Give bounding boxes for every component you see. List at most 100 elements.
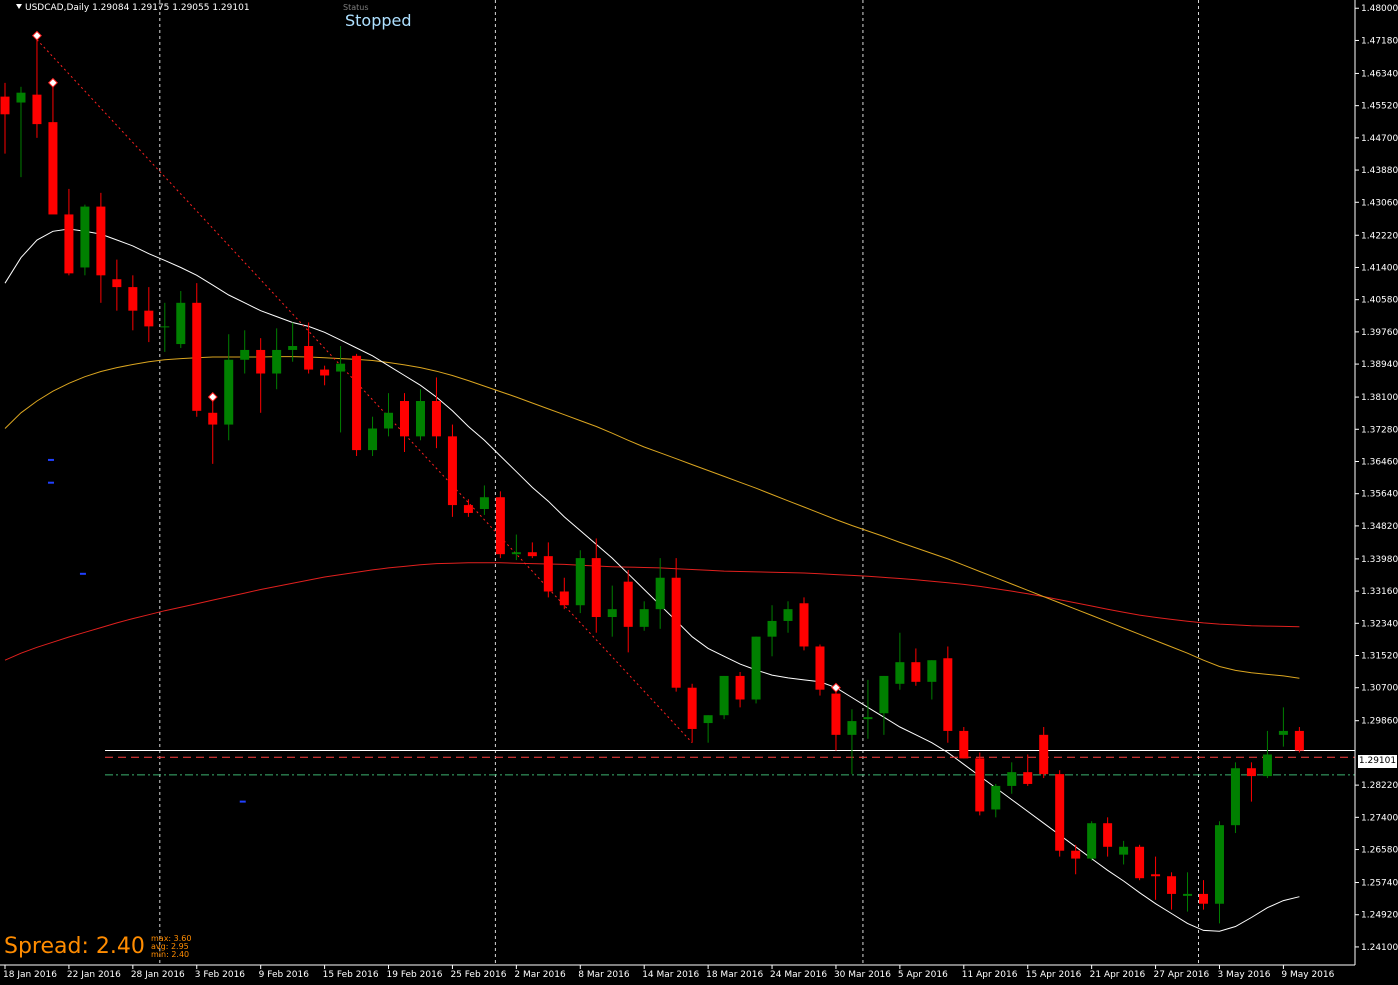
x-tick-label: 22 Jan 2016 [67,970,121,980]
ma-slow-line [4,562,1300,661]
candle-body [799,603,809,647]
candle-body [751,636,761,700]
x-tick-label: 30 Mar 2016 [834,970,891,980]
y-tick-label: 1.30700 [1361,684,1398,694]
horizontal-levels [105,750,1355,776]
candle-body [1135,846,1145,879]
candle-body [671,577,681,688]
candle-body [16,92,26,103]
x-tick-label: 5 Apr 2016 [898,970,948,980]
x-tick-label: 8 Mar 2016 [578,970,630,980]
candle-body [767,620,777,637]
y-tick-label: 1.36460 [1361,457,1398,467]
fractal-up-marker [32,30,42,41]
candle-body [1071,850,1081,859]
candle-body [1294,730,1304,751]
candle-body [719,675,729,716]
candle-body [463,505,473,513]
y-tick-label: 1.38100 [1361,393,1398,403]
candle-body [415,401,425,437]
spread-min: min: 2.40 [151,950,190,959]
x-tick-label: 3 Feb 2016 [195,970,246,980]
x-tick-label: 3 May 2016 [1217,970,1270,980]
candle-body [1183,893,1193,896]
candle-body [240,349,250,360]
candle-body [1199,893,1208,904]
candle-body [783,609,793,621]
candle-body [288,346,298,350]
candle-body [991,785,1001,810]
y-tick-label: 1.42220 [1361,231,1398,241]
candle-body [336,363,346,372]
candle-body [1167,876,1177,894]
x-tick-label: 19 Feb 2016 [387,970,443,980]
candle-body [527,552,537,557]
candle-body [192,302,202,411]
x-tick-label: 14 Mar 2016 [642,970,699,980]
trend-line-dotted [36,39,693,744]
candle-body [1262,754,1272,777]
candle-body [64,214,74,274]
candle-body [96,206,106,276]
y-tick-label: 1.46340 [1361,69,1398,79]
dropdown-triangle-icon[interactable] [16,4,22,9]
candle-body [543,556,553,592]
candle-body [559,591,569,606]
y-tick-label: 1.33160 [1361,587,1398,597]
candle-body [623,581,633,627]
candle-body [256,349,266,374]
candle-body [703,715,713,724]
y-tick-label: 1.25740 [1361,879,1398,889]
x-tick-label: 25 Feb 2016 [450,970,506,980]
candle-body [160,326,170,328]
y-tick-label: 1.33980 [1361,555,1398,565]
x-tick-label: 9 Feb 2016 [259,970,310,980]
candle-body [304,346,314,370]
x-tick-label: 27 Apr 2016 [1154,970,1210,980]
y-tick-label: 1.39760 [1361,328,1398,338]
spread-stats: max: 3.60 avg: 2.95 min: 2.40 [151,935,191,959]
candle-body [272,349,282,374]
y-tick-label: 1.29860 [1361,717,1398,727]
y-tick-label: 1.38940 [1361,360,1398,370]
candle-body [687,687,697,729]
candle-body [831,693,841,735]
y-tick-label: 1.28220 [1361,781,1398,791]
candle-body [80,206,90,268]
candle-body [879,675,889,714]
x-tick-label: 18 Mar 2016 [706,970,763,980]
x-tick-label: 24 Mar 2016 [770,970,827,980]
y-tick-label: 1.31520 [1361,652,1398,662]
candle-body [575,558,585,606]
candle-body [0,96,10,115]
candle-body [352,355,362,451]
candle-body [607,609,617,618]
candle-body [320,369,330,376]
y-tick-label: 1.34820 [1361,522,1398,532]
trend-line [36,39,693,744]
y-tick-label: 1.32340 [1361,619,1398,629]
candles [0,39,1304,924]
price-chart[interactable]: 1.48000 1.47180 1.46340 1.45520 1.44700 1.438… [0,0,1398,985]
candle-body [895,662,905,684]
candle-body [1087,823,1097,859]
y-tick-label: 1.41400 [1361,263,1398,273]
x-tick-label: 11 Apr 2016 [962,970,1018,980]
candle-body [384,412,394,429]
x-tick-label: 15 Apr 2016 [1026,970,1082,980]
y-tick-label: 1.43880 [1361,166,1398,176]
y-tick-label: 1.43060 [1361,198,1398,208]
candle-body [224,359,234,425]
y-tick-label: 1.47180 [1361,36,1398,46]
symbol-ohlc-text: USDCAD,Daily 1.29084 1.29175 1.29055 1.2… [25,3,250,13]
x-tick-label: 21 Apr 2016 [1090,970,1146,980]
x-tick-label: 18 Jan 2016 [3,970,57,980]
candle-body [479,497,489,510]
candle-body [863,717,873,720]
y-tick-label: 1.26580 [1361,846,1398,856]
candle-body [1055,774,1065,851]
symbol-info[interactable]: USDCAD,Daily 1.29084 1.29175 1.29055 1.2… [16,3,250,13]
spread-label: Spread: 2.40 [4,934,145,959]
candle-body [1039,734,1049,775]
candle-body [815,646,825,690]
